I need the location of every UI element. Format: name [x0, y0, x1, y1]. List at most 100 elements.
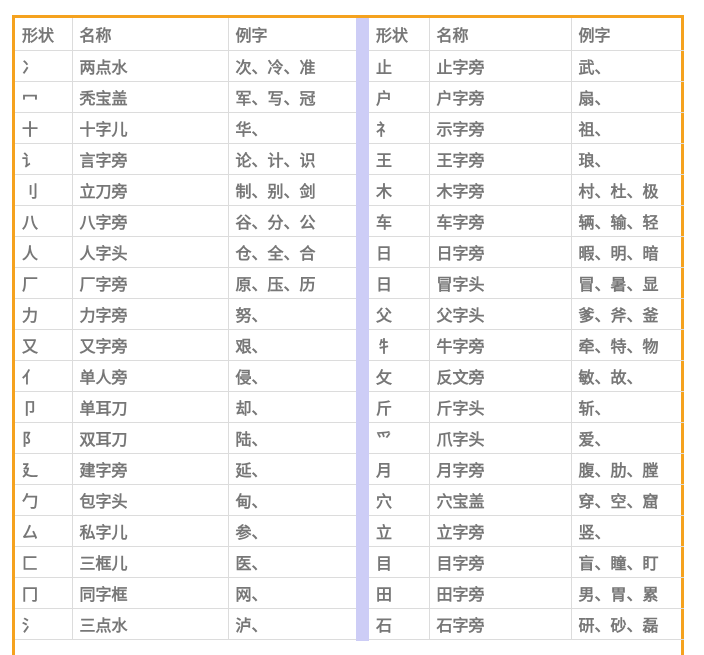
cell-shape: 冫: [15, 50, 73, 82]
cell-examples: 祖、: [570, 112, 684, 144]
cell-examples: 努、: [227, 298, 356, 330]
header-name: 名称: [71, 18, 229, 51]
table-row: 讠言字旁 论、计、识: [15, 143, 356, 175]
cell-name: 又字旁: [71, 329, 229, 361]
cell-shape: 冂: [15, 577, 73, 609]
cell-shape: 力: [15, 298, 73, 330]
header-name: 名称: [428, 18, 572, 51]
cell-examples: 爹、斧、釜: [570, 298, 684, 330]
cell-examples: 泸、: [227, 608, 356, 640]
cell-examples: 延、: [227, 453, 356, 485]
cell-name: 十字儿: [71, 112, 229, 144]
cell-shape: 日: [369, 267, 430, 299]
cell-name: 两点水: [71, 50, 229, 82]
cell-name: 斤字头: [428, 391, 572, 423]
cell-name: 止字旁: [428, 50, 572, 82]
table-row: 攵反文旁 敏、故、: [369, 360, 684, 392]
cell-examples: 牵、特、物: [570, 329, 684, 361]
cell-name: 父字头: [428, 298, 572, 330]
cell-examples: 研、砂、磊: [570, 608, 684, 640]
cell-name: 私字儿: [71, 515, 229, 547]
table-row: 卩单耳刀 却、: [15, 391, 356, 423]
table-row: 廴建字旁 延、: [15, 453, 356, 485]
cell-examples: 扇、: [570, 81, 684, 113]
cell-examples: 论、计、识: [227, 143, 356, 175]
cell-name: 爪字头: [428, 422, 572, 454]
cell-shape: 目: [369, 546, 430, 578]
cell-name: 三点水: [71, 608, 229, 640]
cell-examples: 辆、输、轻: [570, 205, 684, 237]
table-row: 力力字旁 努、: [15, 298, 356, 330]
table-row: 止止字旁 武、: [369, 50, 684, 82]
cell-examples: 次、冷、准: [227, 50, 356, 82]
cell-examples: 腹、肋、膛: [570, 453, 684, 485]
table-row: 牜牛字旁 牵、特、物: [369, 329, 684, 361]
cell-shape: 爫: [369, 422, 430, 454]
cell-name: 示字旁: [428, 112, 572, 144]
cell-shape: 卩: [15, 391, 73, 423]
cell-shape: 勹: [15, 484, 73, 516]
cell-name: 反文旁: [428, 360, 572, 392]
cell-examples: 军、写、冠: [227, 81, 356, 113]
table-row: 人人字头 仓、全、合: [15, 236, 356, 268]
table-row: 田田字旁 男、胃、累: [369, 577, 684, 609]
cell-shape: 石: [369, 608, 430, 640]
cell-shape: 止: [369, 50, 430, 82]
cell-shape: 木: [369, 174, 430, 206]
cell-shape: 十: [15, 112, 73, 144]
cell-shape: 穴: [369, 484, 430, 516]
cell-shape: 牜: [369, 329, 430, 361]
cell-shape: 厶: [15, 515, 73, 547]
cell-examples: 仓、全、合: [227, 236, 356, 268]
column-separator: [356, 18, 369, 641]
cell-name: 双耳刀: [71, 422, 229, 454]
cell-shape: 人: [15, 236, 73, 268]
cell-shape: 田: [369, 577, 430, 609]
table-row: 车车字旁 辆、输、轻: [369, 205, 684, 237]
table-row: 冖秃宝盖 军、写、冠: [15, 81, 356, 113]
cell-name: 穴宝盖: [428, 484, 572, 516]
cell-examples: 艰、: [227, 329, 356, 361]
cell-examples: 制、别、剑: [227, 174, 356, 206]
table-row: 目目字旁 盲、瞳、盯: [369, 546, 684, 578]
cell-examples: 男、胃、累: [570, 577, 684, 609]
cell-examples: 谷、分、公: [227, 205, 356, 237]
table-row: 王王字旁 琅、: [369, 143, 684, 175]
table-row: 冫两点水 次、冷、准: [15, 50, 356, 82]
cell-shape: 王: [369, 143, 430, 175]
table-row: 爫爪字头 爱、: [369, 422, 684, 454]
radicals-table-right: 形状 名称 例字 止止字旁 武、户户字旁 扇、礻示字旁 祖、王王字旁 琅、木木字旁 村、杜…: [369, 18, 684, 640]
cell-examples: 竖、: [570, 515, 684, 547]
cell-examples: 华、: [227, 112, 356, 144]
header-shape: 形状: [15, 18, 73, 51]
cell-examples: 却、: [227, 391, 356, 423]
table-row: 阝双耳刀 陆、: [15, 422, 356, 454]
cell-name: 立刀旁: [71, 174, 229, 206]
header-examples: 例字: [570, 18, 684, 51]
table-row: 匚三框儿 医、: [15, 546, 356, 578]
cell-name: 言字旁: [71, 143, 229, 175]
cell-name: 田字旁: [428, 577, 572, 609]
cell-shape: 八: [15, 205, 73, 237]
cell-name: 目字旁: [428, 546, 572, 578]
cell-name: 石字旁: [428, 608, 572, 640]
cell-examples: 斩、: [570, 391, 684, 423]
cell-shape: 讠: [15, 143, 73, 175]
table-row: 父父字头 爹、斧、釜: [369, 298, 684, 330]
cell-name: 日字旁: [428, 236, 572, 268]
cell-shape: 立: [369, 515, 430, 547]
cell-examples: 原、压、历: [227, 267, 356, 299]
cell-examples: 村、杜、极: [570, 174, 684, 206]
header-shape: 形状: [369, 18, 430, 51]
table-row: 斤斤字头 斩、: [369, 391, 684, 423]
table-row: 厂厂字旁 原、压、历: [15, 267, 356, 299]
cell-name: 厂字旁: [71, 267, 229, 299]
table-row: 礻示字旁 祖、: [369, 112, 684, 144]
cell-shape: 车: [369, 205, 430, 237]
header-row: 形状 名称 例字: [369, 18, 684, 51]
table-row: 月月字旁 腹、肋、膛: [369, 453, 684, 485]
cell-name: 木字旁: [428, 174, 572, 206]
cell-examples: 武、: [570, 50, 684, 82]
table-row: 十十字儿 华、: [15, 112, 356, 144]
cell-name: 秃宝盖: [71, 81, 229, 113]
